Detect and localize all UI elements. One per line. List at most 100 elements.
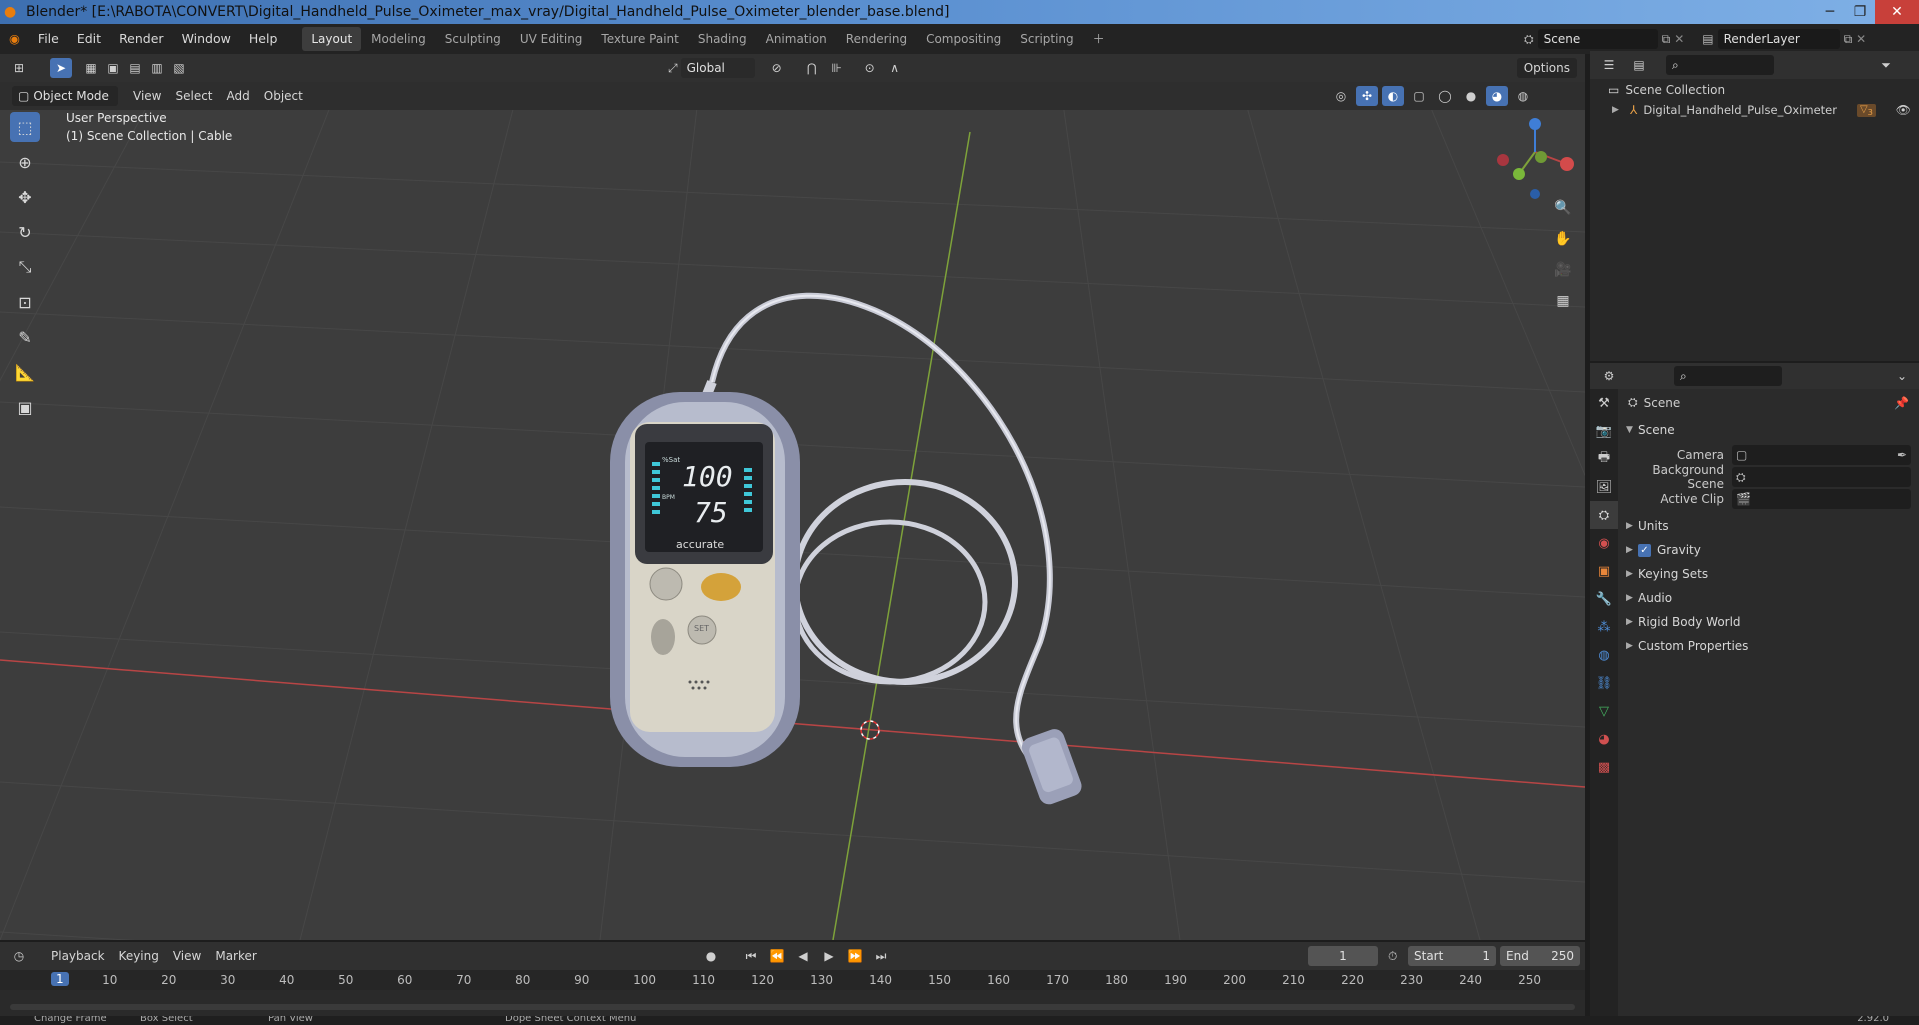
texture-tab-icon[interactable]: ▩ [1590, 753, 1618, 781]
timeline-ruler[interactable]: 1 10 20 30 40 50 60 70 80 90 100 110 120 130 140 150 160… [0, 970, 1585, 990]
playback-menu[interactable]: Playback [44, 946, 112, 966]
constraints-tab-icon[interactable]: ⛓ [1590, 669, 1618, 697]
menu-edit[interactable]: Edit [68, 24, 110, 54]
new-scene-icon[interactable]: ⧉ [1662, 32, 1671, 47]
rotate-tool-icon[interactable]: ↻ [10, 217, 40, 247]
jump-start-icon[interactable]: ⏮ [740, 946, 762, 966]
add-menu[interactable]: Add [220, 86, 257, 106]
tab-uv-editing[interactable]: UV Editing [511, 27, 592, 51]
tab-layout[interactable]: Layout [302, 27, 362, 51]
delete-layer-icon[interactable]: ✕ [1856, 32, 1866, 46]
tab-modeling[interactable]: Modeling [362, 27, 435, 51]
render-tab-icon[interactable]: 📷 [1590, 417, 1618, 445]
preview-range-icon[interactable]: ⏱ [1388, 949, 1397, 964]
scene-icon[interactable]: ⛭ [1524, 32, 1534, 47]
menu-file[interactable]: File [29, 24, 68, 54]
xray-icon[interactable]: ▢ [1408, 86, 1430, 106]
options-button[interactable]: Options [1516, 58, 1577, 78]
transform-tool-icon[interactable]: ⊡ [10, 287, 40, 317]
gravity-section[interactable]: ▶ ✓ Gravity [1626, 539, 1701, 561]
expand-arrow-icon[interactable]: ▶ [1612, 105, 1624, 115]
keying-menu[interactable]: Keying [112, 946, 166, 966]
select-menu[interactable]: Select [168, 86, 219, 106]
properties-options-icon[interactable]: ⌄ [1891, 366, 1913, 386]
record-icon[interactable]: ● [700, 946, 722, 966]
close-icon[interactable]: ✕ [1875, 0, 1919, 24]
menu-render[interactable]: Render [110, 24, 173, 54]
data-tab-icon[interactable]: ▽ [1590, 697, 1618, 725]
tab-sculpting[interactable]: Sculpting [436, 27, 510, 51]
prev-keyframe-icon[interactable]: ⏪ [766, 946, 788, 966]
units-section[interactable]: ▶ Units [1626, 515, 1669, 537]
keying-sets-section[interactable]: ▶ Keying Sets [1626, 563, 1708, 585]
play-reverse-icon[interactable]: ◀ [792, 946, 814, 966]
view-layer-tab-icon[interactable]: 🖼 [1590, 473, 1618, 501]
rigid-body-world-section[interactable]: ▶ Rigid Body World [1626, 611, 1741, 633]
custom-properties-section[interactable]: ▶ Custom Properties [1626, 635, 1748, 657]
object-tab-icon[interactable]: ▣ [1590, 557, 1618, 585]
eyedropper-icon[interactable]: ✒ [1897, 448, 1907, 462]
play-icon[interactable]: ▶ [818, 946, 840, 966]
menu-help[interactable]: Help [240, 24, 287, 54]
output-tab-icon[interactable]: 🖶 [1590, 445, 1618, 473]
select-subtract-icon[interactable]: ▤ [124, 58, 146, 78]
solid-shading-icon[interactable]: ● [1460, 86, 1482, 106]
select-intersect-icon[interactable]: ▧ [168, 58, 190, 78]
transform-orientation-dropdown[interactable]: Global [680, 58, 755, 78]
marker-menu[interactable]: Marker [208, 946, 263, 966]
outliner-item[interactable]: ▶ ⅄ Digital_Handheld_Pulse_Oximeter ▽3 👁 [1612, 103, 1919, 117]
blender-menu-icon[interactable]: ◉ [0, 24, 29, 54]
tab-texture-paint[interactable]: Texture Paint [592, 27, 687, 51]
properties-search-input[interactable]: ⌕ [1674, 366, 1782, 386]
background-scene-field[interactable]: ⛭ [1732, 467, 1911, 487]
zoom-icon[interactable]: 🔍 [1551, 196, 1575, 220]
timeline-scrollbar[interactable] [10, 1004, 1575, 1010]
timeline-view-menu[interactable]: View [166, 946, 208, 966]
display-mode-icon[interactable]: ▤ [1628, 55, 1650, 75]
object-menu[interactable]: Object [257, 86, 310, 106]
snap-icon[interactable]: ⋂ [801, 58, 823, 78]
tab-compositing[interactable]: Compositing [917, 27, 1010, 51]
next-keyframe-icon[interactable]: ⏩ [844, 946, 866, 966]
outliner-root[interactable]: ▭ Scene Collection [1608, 83, 1725, 97]
outliner-editor-icon[interactable]: ☰ [1598, 55, 1620, 75]
falloff-icon[interactable]: ∧ [884, 58, 906, 78]
tool-tab-icon[interactable]: ⚒ [1590, 389, 1618, 417]
proportional-edit-icon[interactable]: ⊙ [859, 58, 881, 78]
ortho-grid-icon[interactable]: ▦ [1551, 289, 1575, 313]
timeline-editor-icon[interactable]: ◷ [8, 946, 30, 966]
tab-scripting[interactable]: Scripting [1011, 27, 1082, 51]
3d-viewport[interactable]: %Sat 100 BPM 75 accurate SET ▢ Object Mo… [0, 82, 1585, 940]
material-tab-icon[interactable]: ◕ [1590, 725, 1618, 753]
end-frame-field[interactable]: End 250 [1500, 946, 1580, 966]
snap-target-icon[interactable]: ⊪ [826, 58, 848, 78]
scene-tab-icon[interactable]: ⛭ [1590, 501, 1618, 529]
select-extend-icon[interactable]: ▣ [102, 58, 124, 78]
gravity-checkbox[interactable]: ✓ [1638, 543, 1651, 557]
measure-tool-icon[interactable]: 📐 [10, 357, 40, 387]
pan-hand-icon[interactable]: ✋ [1551, 227, 1575, 251]
move-tool-icon[interactable]: ✥ [10, 182, 40, 212]
active-clip-field[interactable]: 🎬 [1732, 489, 1911, 509]
scene-section-header[interactable]: ▼ Scene [1626, 419, 1675, 441]
new-layer-icon[interactable]: ⧉ [1844, 32, 1853, 47]
particles-tab-icon[interactable]: ⁂ [1590, 613, 1618, 641]
wireframe-shading-icon[interactable]: ◯ [1434, 86, 1456, 106]
properties-editor-icon[interactable]: ⚙ [1598, 366, 1620, 386]
audio-section[interactable]: ▶ Audio [1626, 587, 1672, 609]
add-workspace-icon[interactable]: ＋ [1084, 27, 1114, 51]
cursor-tool-icon[interactable]: ⊕ [10, 147, 40, 177]
visibility-eye-icon[interactable]: 👁 [1896, 103, 1911, 117]
render-layer-icon[interactable]: ▤ [1702, 32, 1713, 46]
select-box-tool-icon[interactable]: ⬚ [10, 112, 40, 142]
physics-tab-icon[interactable]: ◍ [1590, 641, 1618, 669]
select-box-mode-icon[interactable]: ▦ [80, 58, 102, 78]
annotate-tool-icon[interactable]: ✎ [10, 322, 40, 352]
menu-window[interactable]: Window [173, 24, 240, 54]
camera-field[interactable]: ▢ ✒ [1732, 445, 1911, 465]
gizmo-toggle-icon[interactable]: ✣ [1356, 86, 1378, 106]
tab-shading[interactable]: Shading [689, 27, 756, 51]
delete-scene-icon[interactable]: ✕ [1674, 32, 1684, 46]
add-cube-tool-icon[interactable]: ▣ [10, 392, 40, 422]
tab-animation[interactable]: Animation [757, 27, 836, 51]
